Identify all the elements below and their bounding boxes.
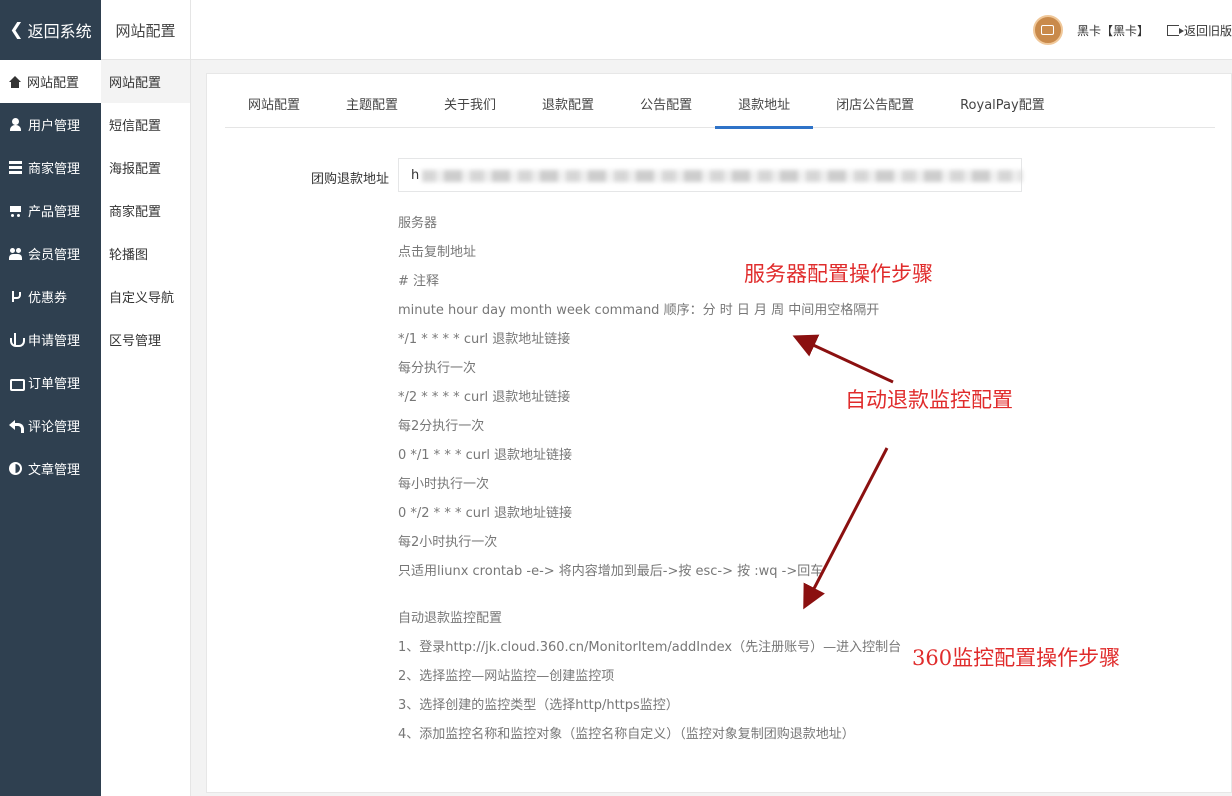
- sidebar-item-coupons[interactable]: 优惠券: [0, 275, 101, 318]
- back-label: 返回系统: [27, 22, 92, 41]
- sidebar-item-applications[interactable]: 申请管理: [0, 318, 101, 361]
- annotation-auto-refund: 自动退款监控配置: [845, 388, 1013, 412]
- home-icon: [9, 75, 21, 88]
- sidebar: 网站配置 用户管理 商家管理 产品管理 会员管理 优惠券 申请管理 订单管理 评…: [0, 60, 101, 796]
- cart-icon: [9, 204, 22, 217]
- reply-icon: [9, 419, 24, 433]
- back-to-system-button[interactable]: ❮ 返回系统: [0, 0, 101, 60]
- tab-theme-config[interactable]: 主题配置: [323, 88, 421, 128]
- annotation-server-steps: 服务器配置操作步骤: [744, 262, 933, 286]
- tab-notice-config[interactable]: 公告配置: [617, 88, 715, 128]
- branch-icon: [9, 290, 22, 303]
- user-icon: [9, 118, 22, 131]
- sidebar-item-label: 网站配置: [27, 76, 80, 91]
- help-text: 服务器 点击复制地址 # 注释 minute hour day month we…: [398, 212, 901, 752]
- help-line: 1、登录http://jk.cloud.360.cn/MonitorItem/a…: [398, 640, 902, 655]
- top-bar: ❮ 返回系统 网站配置 黑卡【黑卡】 返回旧版: [0, 0, 1232, 60]
- content-panel: 网站配置 主题配置 关于我们 退款配置 公告配置 退款地址 闭店公告配置 Roy…: [206, 73, 1232, 793]
- tab-closure-notice-config[interactable]: 闭店公告配置: [813, 88, 937, 128]
- sidebar-item-merchants[interactable]: 商家管理: [0, 146, 101, 189]
- chevron-left-icon: ❮: [9, 20, 24, 40]
- tab-site-config[interactable]: 网站配置: [225, 88, 323, 128]
- subnav-item-merchant-config[interactable]: 商家配置: [101, 189, 190, 232]
- help-line: 4、添加监控名称和监控对象（监控名称自定义）（监控对象复制团购退款地址）: [398, 727, 855, 742]
- sidebar-item-articles[interactable]: 文章管理: [0, 447, 101, 490]
- avatar[interactable]: [1032, 15, 1063, 45]
- sidebar-item-products[interactable]: 产品管理: [0, 189, 101, 232]
- sidebar-item-label: 商家管理: [28, 162, 81, 177]
- help-line: 每2分执行一次: [398, 419, 485, 434]
- help-line: 自动退款监控配置: [398, 611, 503, 626]
- sub-sidebar: 网站配置 短信配置 海报配置 商家配置 轮播图 自定义导航 区号管理: [101, 60, 191, 796]
- anchor-icon: [9, 333, 25, 347]
- help-line: minute hour day month week command 顺序：分 …: [398, 303, 880, 318]
- sidebar-item-label: 评论管理: [28, 420, 81, 435]
- user-name[interactable]: 黑卡【黑卡】: [1077, 22, 1149, 39]
- sidebar-item-label: 文章管理: [28, 463, 81, 478]
- help-line: */2 * * * * curl 退款地址链接: [398, 390, 571, 405]
- subnav-item-area-code[interactable]: 区号管理: [101, 318, 190, 361]
- half-circle-icon: [9, 462, 22, 475]
- sidebar-item-orders[interactable]: 订单管理: [0, 361, 101, 404]
- subnav-item-site-config[interactable]: 网站配置: [101, 60, 190, 103]
- help-line: */1 * * * * curl 退款地址链接: [398, 332, 571, 347]
- help-line: 每分执行一次: [398, 361, 477, 376]
- refund-address-label: 团购退款地址: [311, 172, 390, 187]
- help-line: 服务器: [398, 216, 438, 231]
- help-line: 2、选择监控—网站监控—创建监控项: [398, 669, 615, 684]
- user-area: 黑卡【黑卡】 返回旧版: [1032, 0, 1232, 60]
- sidebar-item-site-config[interactable]: 网站配置: [0, 60, 101, 103]
- subnav-item-sms-config[interactable]: 短信配置: [101, 103, 190, 146]
- card-icon: [1041, 25, 1055, 35]
- group-icon: [9, 247, 22, 260]
- help-line: 每2小时执行一次: [398, 535, 498, 550]
- subnav-item-custom-nav[interactable]: 自定义导航: [101, 275, 190, 318]
- section-title: 网站配置: [101, 0, 191, 60]
- tab-refund-address[interactable]: 退款地址: [715, 88, 814, 129]
- help-line: 0 */2 * * * curl 退款地址链接: [398, 506, 573, 521]
- sidebar-item-label: 产品管理: [28, 205, 81, 220]
- subnav-item-carousel[interactable]: 轮播图: [101, 232, 190, 275]
- tab-royalpay-config[interactable]: RoyalPay配置: [937, 88, 1068, 128]
- help-line: 只适用liunx crontab -e-> 将内容增加到最后->按 esc-> …: [398, 564, 824, 579]
- sidebar-item-label: 优惠券: [28, 291, 68, 306]
- subnav-item-poster-config[interactable]: 海报配置: [101, 146, 190, 189]
- annotation-360-steps: 360监控配置操作步骤: [912, 646, 1121, 670]
- help-line: 每小时执行一次: [398, 477, 490, 492]
- sidebar-item-label: 订单管理: [28, 377, 81, 392]
- redacted-url: [422, 170, 1022, 182]
- sidebar-item-label: 用户管理: [28, 119, 81, 134]
- help-line: 0 */1 * * * curl 退款地址链接: [398, 448, 573, 463]
- sidebar-item-comments[interactable]: 评论管理: [0, 404, 101, 447]
- server-icon: [9, 161, 22, 174]
- sidebar-item-users[interactable]: 用户管理: [0, 103, 101, 146]
- config-tabs: 网站配置 主题配置 关于我们 退款配置 公告配置 退款地址 闭店公告配置 Roy…: [225, 88, 1215, 129]
- return-old-version-link[interactable]: 返回旧版: [1166, 22, 1232, 39]
- hand-icon: [9, 376, 25, 391]
- exit-label: 返回旧版: [1183, 23, 1232, 38]
- sidebar-item-label: 会员管理: [28, 248, 81, 263]
- help-line: 3、选择创建的监控类型（选择http/https监控）: [398, 698, 679, 713]
- tab-about-us[interactable]: 关于我们: [421, 88, 519, 128]
- sidebar-item-members[interactable]: 会员管理: [0, 232, 101, 275]
- sidebar-item-label: 申请管理: [28, 334, 81, 349]
- tab-refund-config[interactable]: 退款配置: [519, 88, 617, 128]
- sign-out-icon: [1166, 24, 1184, 36]
